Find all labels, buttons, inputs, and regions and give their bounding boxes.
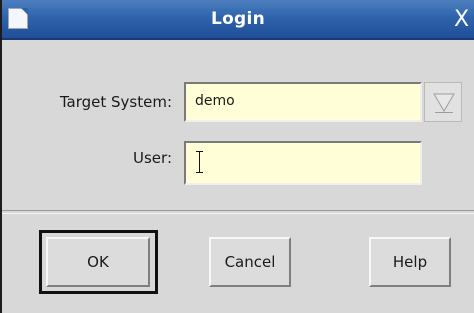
target-system-dropdown-button[interactable] <box>424 82 462 122</box>
target-system-value: demo <box>195 93 235 109</box>
title-bar[interactable]: Login X <box>2 0 474 40</box>
login-dialog: Login X Target System: demo User: OK Can… <box>0 0 474 313</box>
cancel-button[interactable]: Cancel <box>209 237 291 287</box>
user-field[interactable] <box>184 141 422 185</box>
text-cursor-icon <box>196 151 204 173</box>
target-system-field[interactable]: demo <box>184 82 422 122</box>
triangle-down-icon <box>433 93 455 113</box>
help-button[interactable]: Help <box>369 237 451 287</box>
window-title: Login <box>210 9 266 29</box>
user-label: User: <box>133 149 172 167</box>
close-icon[interactable]: X <box>454 7 474 33</box>
ok-button[interactable]: OK <box>46 237 150 287</box>
target-system-label: Target System: <box>59 93 172 111</box>
button-separator <box>2 210 474 214</box>
